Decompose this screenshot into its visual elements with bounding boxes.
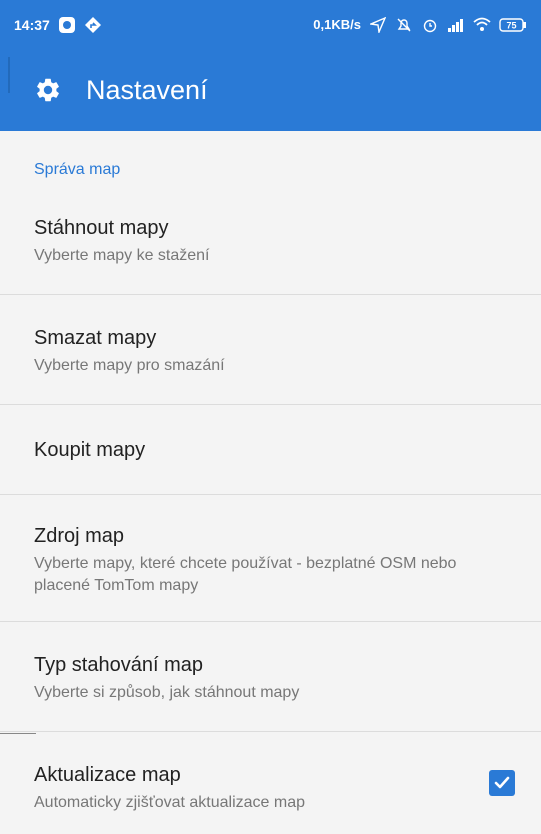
pref-delete-maps[interactable]: Smazat mapy Vyberte mapy pro smazání	[0, 295, 541, 405]
app-bar-edge	[8, 57, 10, 93]
pref-title: Koupit mapy	[34, 439, 146, 461]
pref-title: Typ stahování map	[34, 654, 203, 676]
pref-title: Aktualizace map	[34, 764, 181, 786]
pref-title: Zdroj map	[34, 525, 125, 547]
status-bar: 14:37 0,1KB/s 75	[0, 0, 541, 49]
edge-line	[0, 733, 36, 734]
location-arrow-icon	[369, 16, 387, 34]
pref-map-updates[interactable]: Aktualizace map Automaticky zjišťovat ak…	[0, 732, 541, 834]
pref-download-maps[interactable]: Stáhnout mapy Vyberte mapy ke stažení	[0, 189, 541, 295]
navigation-icon	[84, 16, 102, 34]
battery-level: 75	[506, 20, 516, 30]
status-bar-left: 14:37	[14, 16, 102, 34]
pref-buy-maps[interactable]: Koupit mapy	[0, 405, 541, 495]
checkmark-icon	[494, 776, 510, 789]
pref-title: Stáhnout mapy	[34, 217, 169, 239]
network-speed: 0,1KB/s	[313, 17, 361, 32]
section-header-map-management: Správa map	[34, 161, 121, 178]
auto-update-checkbox[interactable]	[489, 770, 515, 796]
pref-map-source[interactable]: Zdroj map Vyberte mapy, které chcete pou…	[0, 495, 541, 622]
pref-download-type[interactable]: Typ stahování map Vyberte si způsob, jak…	[0, 622, 541, 732]
app-icon	[58, 16, 76, 34]
signal-icon	[447, 16, 465, 34]
page-title: Nastavení	[86, 74, 208, 105]
pref-subtitle: Vyberte si způsob, jak stáhnout mapy	[34, 684, 300, 701]
pref-title: Smazat mapy	[34, 327, 157, 349]
pref-subtitle: Vyberte mapy ke stažení	[34, 247, 210, 264]
alarm-clock-icon	[421, 16, 439, 34]
battery-icon: 75	[499, 16, 527, 34]
pref-subtitle: Vyberte mapy, které chcete používat - be…	[34, 555, 457, 594]
status-bar-right: 0,1KB/s 75	[313, 16, 527, 34]
status-time: 14:37	[14, 16, 50, 33]
pref-subtitle: Automaticky zjišťovat aktualizace map	[34, 794, 305, 811]
app-bar: Nastavení	[0, 49, 541, 131]
alarm-off-icon	[395, 16, 413, 34]
pref-subtitle: Vyberte mapy pro smazání	[34, 357, 225, 374]
wifi-icon	[473, 16, 491, 34]
gear-icon	[34, 76, 62, 104]
